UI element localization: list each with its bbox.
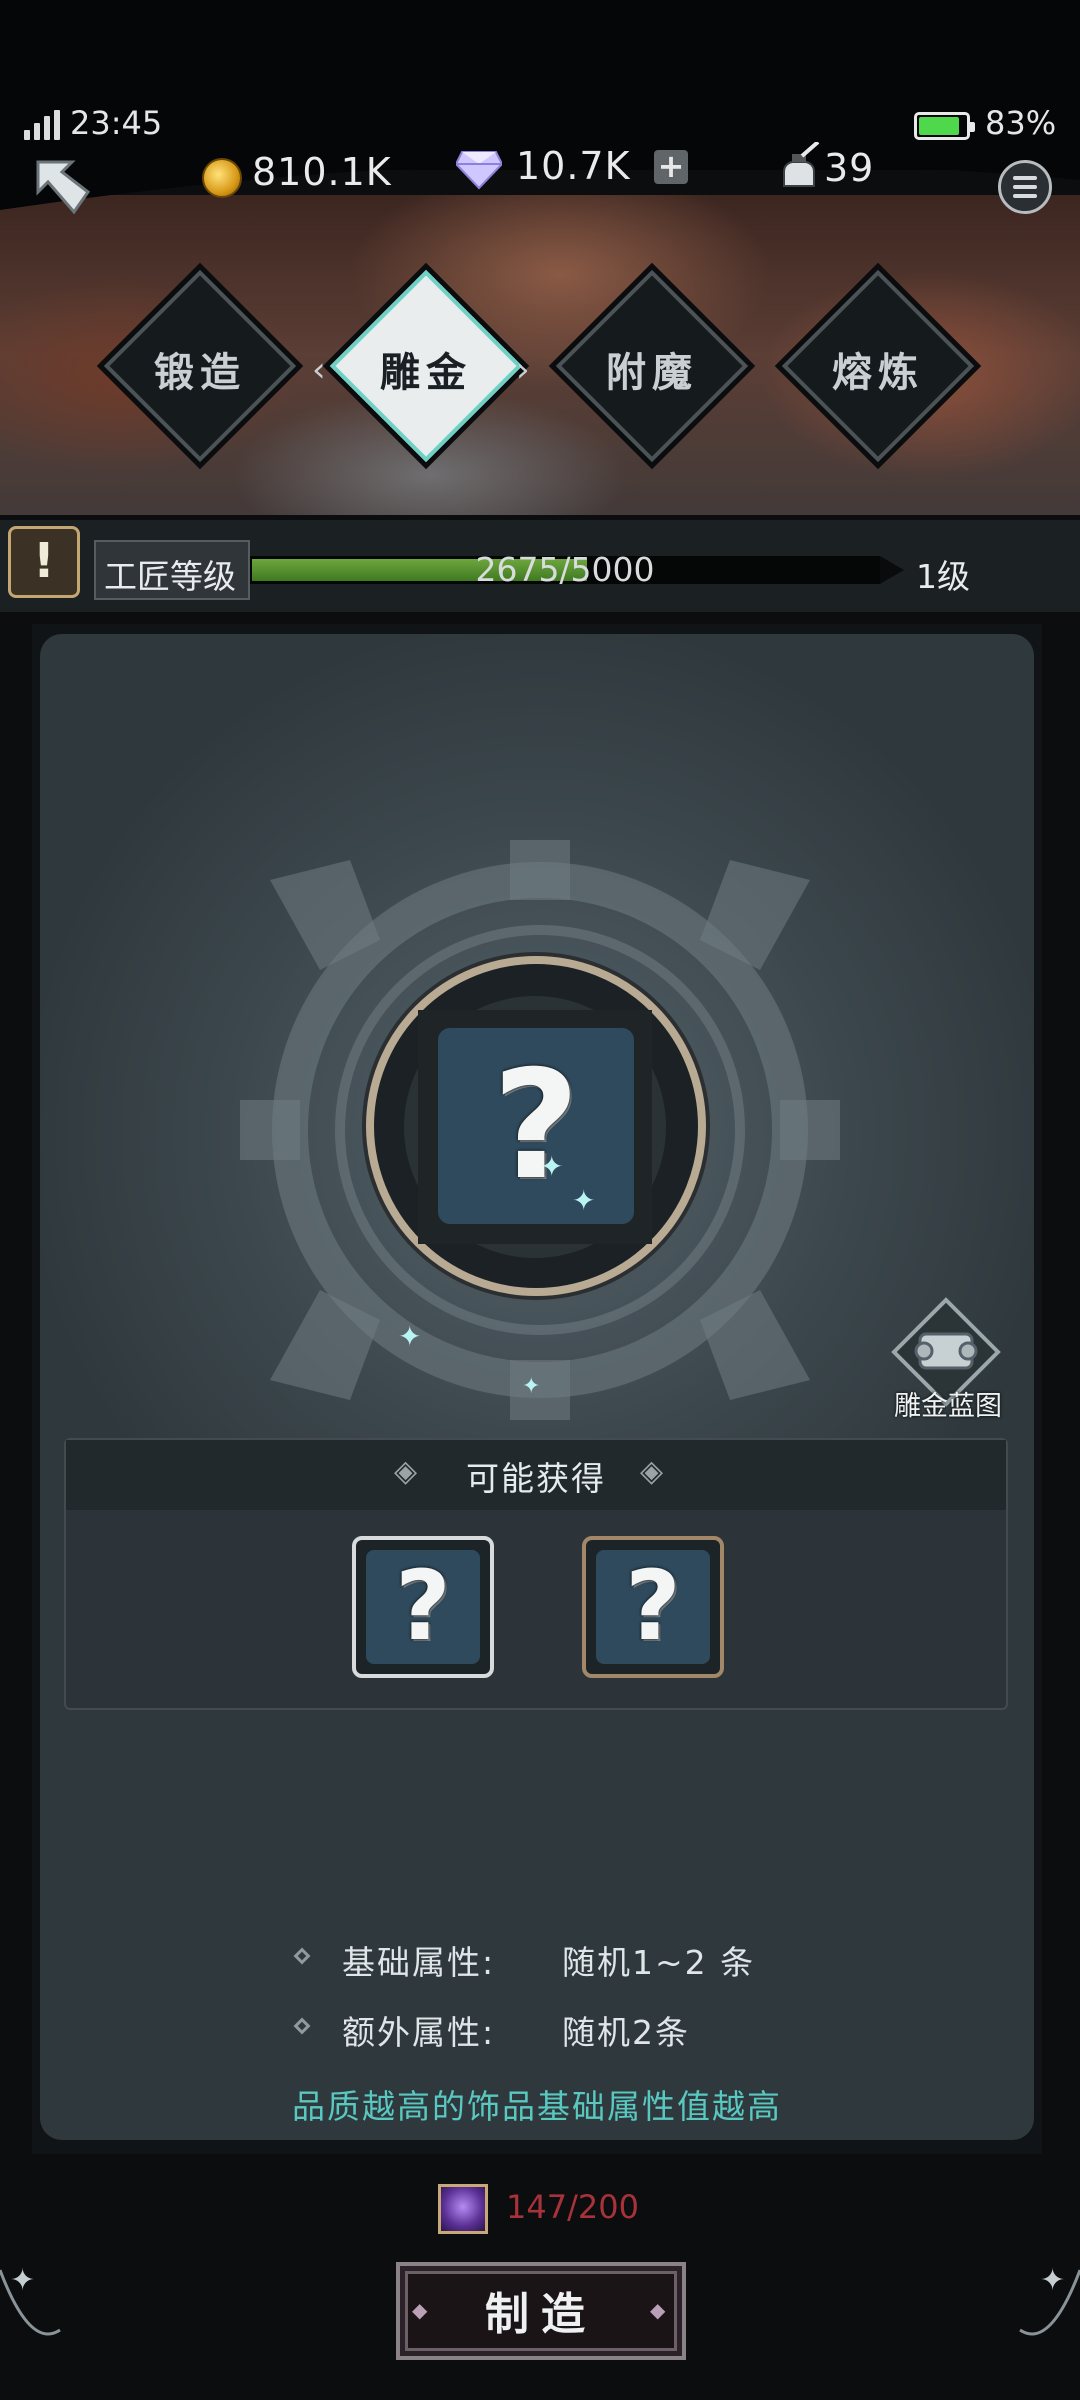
right-deco-icon: ◈ [640, 1454, 664, 1489]
material-cost: 147/200 [506, 2188, 639, 2226]
ink-bottle-icon [783, 142, 820, 187]
left-deco-icon: ◈ [394, 1454, 418, 1489]
question-mark-icon: ? [395, 1550, 451, 1662]
sparkle-icon: ✦ [540, 1150, 564, 1183]
sparkle-icon: ✦ [572, 1184, 596, 1217]
possible-rewards-title: 可能获得 [466, 1459, 606, 1498]
xp-arrow-icon [880, 556, 904, 584]
signal-icon [24, 110, 62, 140]
xp-progress-text: 2675/5000 [475, 550, 655, 589]
question-mark-icon: ? [625, 1550, 681, 1662]
coin-amount: 810.1K [252, 150, 392, 194]
alert-icon[interactable]: ! [8, 526, 80, 598]
craftsman-level-label: 工匠等级 [104, 557, 236, 596]
tab-forge-label: 锻造 [154, 350, 246, 396]
craft-button-label: 制造 [485, 2289, 597, 2340]
tab-smelt-label: 熔炼 [832, 350, 924, 396]
sparkle-icon: ✦ [398, 1320, 422, 1353]
attribute-value: 随机1~2 条 [562, 1943, 756, 1982]
quality-hint: 品质越高的饰品基础属性值越高 [292, 2087, 782, 2126]
tab-left-arrow-icon: ‹ [312, 350, 326, 390]
craftsman-level-value: 1级 [916, 557, 970, 596]
clock: 23:45 [70, 104, 163, 142]
svg-text:✦: ✦ [1040, 2263, 1065, 2298]
reward-slot[interactable]: ? [582, 1536, 724, 1678]
gem-amount: 10.7K [516, 144, 631, 188]
battery-percent: 83% [985, 104, 1057, 142]
sparkle-icon: ✦ [522, 1374, 541, 1399]
crystal-material-icon [438, 2184, 488, 2234]
tab-enchant-label: 附魔 [606, 350, 698, 396]
back-arrow-icon[interactable] [28, 152, 98, 222]
question-mark-icon: ? [492, 1039, 580, 1213]
svg-text:✦: ✦ [10, 2263, 35, 2298]
ink-amount: 39 [824, 146, 875, 190]
gold-coin-icon [202, 158, 242, 198]
tab-engrave-label: 雕金 [380, 350, 472, 396]
diamond-gem-icon [456, 151, 502, 190]
attribute-name: 额外属性: [342, 2013, 496, 2052]
attribute-name: 基础属性: [342, 1943, 496, 1982]
attribute-value: 随机2条 [562, 2013, 690, 2052]
reward-slot[interactable]: ? [352, 1536, 494, 1678]
blueprint-label[interactable]: 雕金蓝图 [870, 1384, 1026, 1423]
battery-icon [914, 112, 975, 140]
menu-button[interactable] [998, 160, 1052, 214]
add-gems-button[interactable]: + [654, 150, 688, 184]
tab-right-arrow-icon: › [516, 350, 530, 390]
